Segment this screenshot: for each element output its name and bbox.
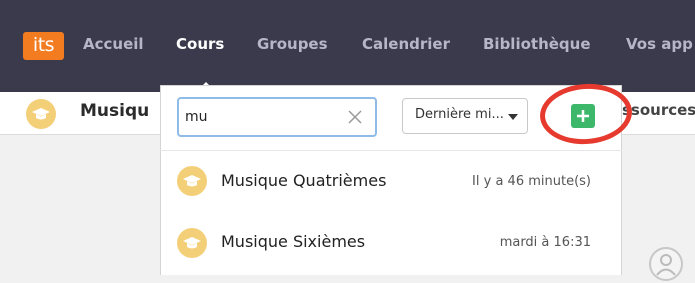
nav-item-cours[interactable]: Cours	[176, 35, 224, 53]
sort-select[interactable]: Dernière mi...	[402, 98, 528, 134]
graduation-cap-icon	[177, 166, 207, 196]
chevron-down-icon	[508, 114, 518, 120]
search-input[interactable]	[185, 105, 335, 129]
avatar[interactable]	[649, 247, 683, 281]
course-title: Musiqu	[80, 101, 150, 121]
graduation-cap-icon	[26, 99, 56, 129]
result-timestamp: mardi à 16:31	[499, 235, 591, 250]
nav-item-groupes[interactable]: Groupes	[257, 35, 328, 53]
search-result-item[interactable]: Musique Sixièmes mardi à 16:31	[161, 212, 621, 272]
graduation-cap-icon	[177, 228, 207, 258]
search-field[interactable]	[177, 97, 377, 137]
top-navbar: its Accueil Cours Groupes Calendrier Bib…	[0, 0, 695, 92]
nav-item-bibliotheque[interactable]: Bibliothèque	[483, 35, 591, 53]
sort-selected-value: Dernière mi...	[415, 107, 504, 122]
result-timestamp: Il y a 46 minute(s)	[472, 174, 591, 189]
result-title: Musique Sixièmes	[221, 232, 366, 251]
result-title: Musique Quatrièmes	[221, 171, 387, 190]
nav-item-accueil[interactable]: Accueil	[83, 35, 144, 53]
nav-item-vos-apps[interactable]: Vos app	[626, 35, 693, 53]
resources-link[interactable]: ssources	[622, 101, 695, 119]
nav-item-calendrier[interactable]: Calendrier	[362, 35, 450, 53]
close-icon[interactable]	[345, 107, 365, 127]
app-logo[interactable]: its	[23, 32, 64, 60]
search-result-item[interactable]: Musique Quatrièmes Il y a 46 minute(s)	[161, 151, 621, 211]
